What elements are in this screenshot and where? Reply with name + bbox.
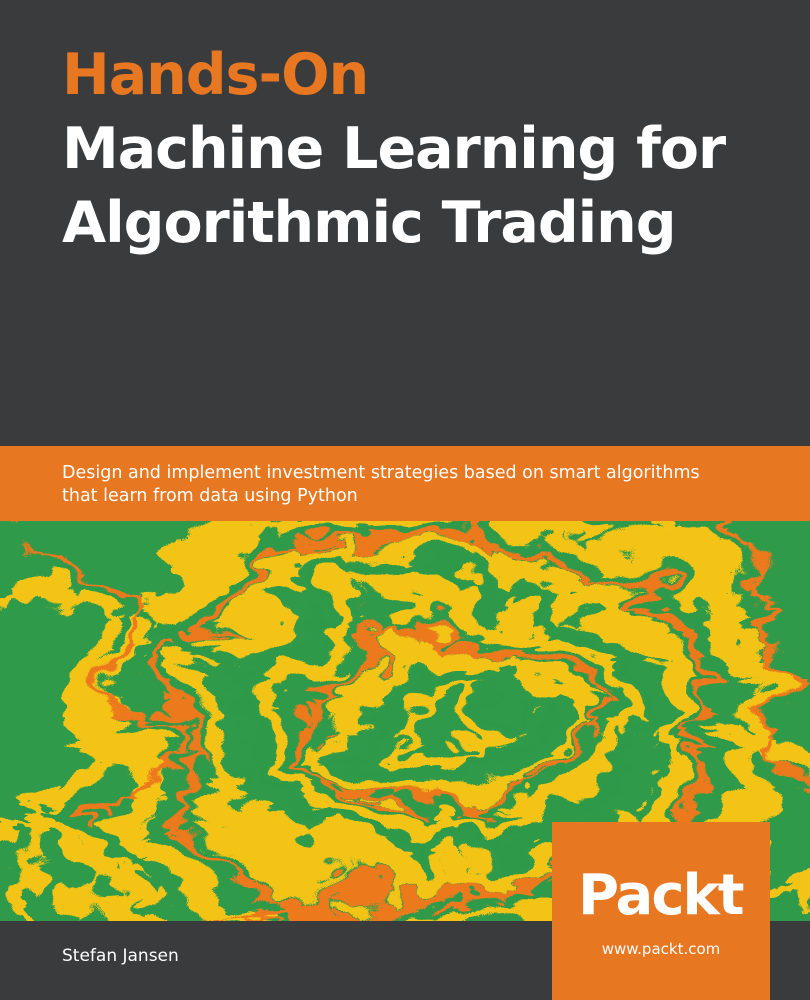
title-line-1: Hands-On [62, 42, 369, 108]
publisher-url: www.packt.com [601, 940, 721, 958]
publisher-logo-box: Packt> www.packt.com [552, 822, 770, 1000]
subtitle-line-1: Design and implement investment strategi… [62, 463, 700, 483]
svg-text:Packt>: Packt> [578, 864, 748, 926]
subtitle-band: Design and implement investment strategi… [0, 446, 810, 521]
packt-logo: Packt> [578, 864, 748, 926]
book-cover: Hands-On Machine Learning for Algorithmi… [0, 0, 810, 1000]
title-line-3: Algorithmic Trading [62, 190, 677, 256]
subtitle: Design and implement investment strategi… [62, 462, 802, 508]
subtitle-line-2: that learn from data using Python [62, 486, 358, 506]
book-title: Hands-On Machine Learning for Algorithmi… [62, 38, 790, 260]
title-line-2: Machine Learning for [62, 116, 726, 182]
author-name: Stefan Jansen [62, 946, 179, 966]
